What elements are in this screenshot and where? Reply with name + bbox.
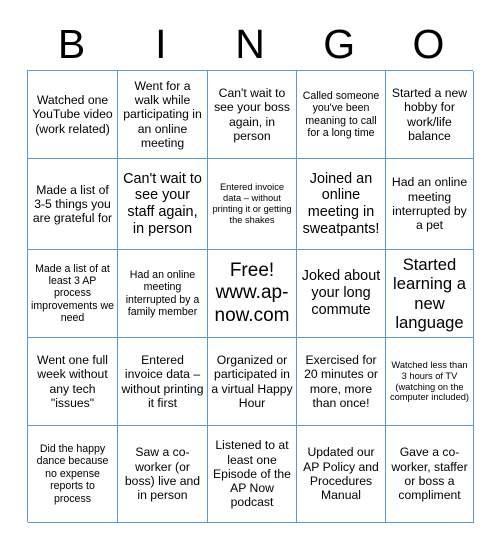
bingo-grid: Watched one YouTube video (work related)…	[27, 70, 474, 523]
bingo-cell[interactable]: Made a list of at least 3 AP process imp…	[28, 250, 118, 338]
bingo-cell-text: Gave a co-worker, staffer or boss a comp…	[391, 445, 468, 503]
bingo-cell-text: Made a list of at least 3 AP process imp…	[31, 262, 115, 325]
bingo-cell-text: Called someone you've been meaning to ca…	[302, 89, 380, 139]
bingo-cell-text: Entered invoice data – without printing …	[212, 182, 292, 225]
bingo-cell-text: Did the happy dance because no expense r…	[36, 443, 109, 505]
bingo-cell[interactable]: Went for a walk while participating in a…	[118, 71, 208, 159]
bingo-cell[interactable]: Watched less than 3 hours of TV (watchin…	[386, 338, 474, 426]
bingo-cell-text: Made a list of 3-5 things you are gratef…	[32, 182, 113, 226]
header-letter-i: I	[155, 20, 167, 67]
bingo-cell[interactable]: Watched one YouTube video (work related)	[28, 71, 118, 159]
bingo-cell[interactable]: Exercised for 20 minutes or more, more t…	[297, 338, 386, 426]
bingo-cell[interactable]: Had an online meeting interrupted by a p…	[386, 159, 474, 250]
bingo-cell[interactable]: Started a new hobby for work/life balanc…	[386, 71, 474, 159]
header-letter-n: N	[235, 20, 265, 67]
bingo-cell-text: Watched less than 3 hours of TV (watchin…	[389, 359, 470, 403]
bingo-cell[interactable]: Gave a co-worker, staffer or boss a comp…	[386, 426, 474, 523]
bingo-cell[interactable]: Made a list of 3-5 things you are gratef…	[28, 159, 118, 250]
bingo-cell-text: Watched one YouTube video (work related)	[32, 93, 113, 136]
bingo-cell[interactable]: Can't wait to see your staff again, in p…	[118, 159, 208, 250]
bingo-cell[interactable]: Can't wait to see your boss again, in pe…	[208, 71, 297, 159]
bingo-cell[interactable]: Organized or participated in a virtual H…	[208, 338, 297, 426]
bingo-cell-text: Started a new hobby for work/life balanc…	[391, 85, 468, 143]
bingo-cell-text: Joked about your long commute	[301, 268, 381, 318]
bingo-cell-text: Listened to at least one Episode of the …	[213, 438, 291, 510]
bingo-cell[interactable]: Joined an online meeting in sweatpants!	[297, 159, 386, 250]
bingo-cell-text: Had an online meeting interrupted by a p…	[391, 175, 468, 233]
bingo-cell-text: Went one full week without any tech "iss…	[37, 352, 108, 410]
bingo-cell[interactable]: Went one full week without any tech "iss…	[28, 338, 118, 426]
bingo-cell[interactable]: Saw a co-worker (or boss) live and in pe…	[118, 426, 208, 523]
bingo-header-letters: B I N G O	[27, 18, 473, 70]
bingo-cell[interactable]: Started learning a new language	[386, 250, 474, 338]
bingo-cell-text: Entered invoice data – without printing …	[121, 352, 204, 410]
bingo-cell[interactable]: Had an online meeting interrupted by a f…	[118, 250, 208, 338]
bingo-cell[interactable]: Listened to at least one Episode of the …	[208, 426, 297, 523]
bingo-cell[interactable]: Entered invoice data – without printing …	[118, 338, 208, 426]
bingo-cell-text: Started learning a new language	[393, 255, 466, 332]
bingo-free-space-cell[interactable]: Free! www.ap-now.com	[208, 250, 297, 338]
header-letter-g: G	[323, 20, 356, 67]
bingo-cell[interactable]: Entered invoice data – without printing …	[208, 159, 297, 250]
bingo-cell-text: Had an online meeting interrupted by a f…	[125, 268, 200, 318]
header-letter-o: O	[412, 20, 445, 67]
bingo-cell[interactable]: Updated our AP Policy and Procedures Man…	[297, 426, 386, 523]
bingo-cell-text: Joined an online meeting in sweatpants!	[302, 170, 380, 237]
bingo-cell[interactable]: Called someone you've been meaning to ca…	[297, 71, 386, 159]
bingo-cell-text: Updated our AP Policy and Procedures Man…	[303, 445, 379, 503]
header-letter-b: B	[57, 20, 86, 67]
bingo-cell[interactable]: Joked about your long commute	[297, 250, 386, 338]
bingo-cell-text: Can't wait to see your staff again, in p…	[123, 170, 202, 237]
bingo-card: B I N G O Watched one YouTube video (wor…	[0, 0, 500, 544]
bingo-cell-text: Saw a co-worker (or boss) live and in pe…	[124, 445, 201, 503]
bingo-free-space-text: Free! www.ap-now.com	[214, 259, 290, 326]
bingo-cell-text: Exercised for 20 minutes or more, more t…	[304, 352, 378, 410]
bingo-cell-text: Can't wait to see your boss again, in pe…	[214, 85, 290, 143]
bingo-cell-text: Organized or participated in a virtual H…	[211, 352, 293, 410]
bingo-cell[interactable]: Did the happy dance because no expense r…	[28, 426, 118, 523]
bingo-cell-text: Went for a walk while participating in a…	[123, 78, 202, 150]
